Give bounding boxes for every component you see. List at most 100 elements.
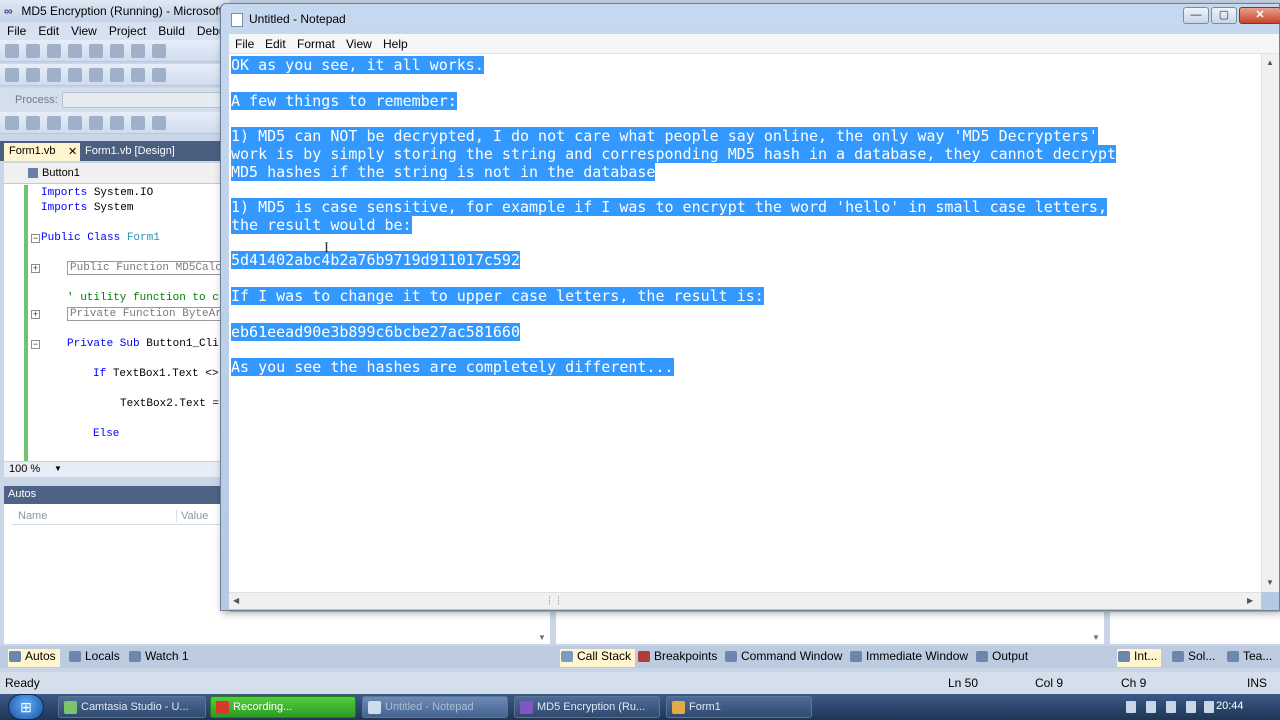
cut-icon[interactable] xyxy=(110,44,124,58)
collapse-icon[interactable]: − xyxy=(31,234,40,243)
zoom-level[interactable]: 100 % ▼ xyxy=(4,461,230,477)
taskbar-camtasia[interactable]: Camtasia Studio - U... xyxy=(58,696,206,718)
taskbar-visual-studio[interactable]: MD5 Encryption (Ru... xyxy=(514,696,660,718)
vs-code-editor[interactable]: Button1 Imports System.IO Imports System… xyxy=(4,163,230,461)
scroll-thumb-grip[interactable] xyxy=(549,596,559,605)
paste-icon[interactable] xyxy=(152,44,166,58)
tab-call-stack[interactable]: Call Stack xyxy=(560,649,636,667)
minimize-button[interactable]: — xyxy=(1183,7,1209,24)
tab-command-window-label: Command Window xyxy=(741,649,843,663)
vs-menu-file[interactable]: File xyxy=(0,22,31,38)
collapsed-region[interactable]: Public Function MD5Calc xyxy=(67,261,225,275)
tab-form1-design[interactable]: Form1.vb [Design] xyxy=(80,143,179,161)
save-icon[interactable] xyxy=(68,44,82,58)
tab-breakpoints[interactable]: Breakpoints xyxy=(637,649,717,667)
chevron-down-icon[interactable]: ▼ xyxy=(54,464,62,473)
tab-team-explorer[interactable]: Tea... xyxy=(1226,649,1272,667)
member-navigation-combo[interactable]: Button1 xyxy=(4,163,230,184)
collapsed-region[interactable]: Private Function ByteAr xyxy=(67,307,225,321)
copy-icon[interactable] xyxy=(131,44,145,58)
quick-info-icon[interactable] xyxy=(47,68,61,82)
tab-watch1[interactable]: Watch 1 xyxy=(128,649,189,667)
process-dropdown[interactable] xyxy=(62,92,232,108)
tab-autos[interactable]: Autos xyxy=(8,649,60,667)
tab-solution-explorer[interactable]: Sol... xyxy=(1171,649,1215,667)
menu-format[interactable]: Format xyxy=(297,37,335,51)
parameter-info-icon[interactable] xyxy=(26,68,40,82)
tray-arrow-icon[interactable] xyxy=(1126,701,1136,713)
break-all-icon[interactable] xyxy=(47,116,61,130)
text-line: If I was to change it to upper case lett… xyxy=(231,287,764,305)
open-file-icon[interactable] xyxy=(47,44,61,58)
stop-icon[interactable] xyxy=(68,116,82,130)
start-button[interactable]: ⊞ xyxy=(8,694,44,720)
vs-debug-location-bar: Process: xyxy=(0,88,232,112)
scroll-down-icon[interactable]: ▼ xyxy=(538,633,548,642)
code-text: System.IO xyxy=(93,187,154,199)
tab-output[interactable]: Output xyxy=(975,649,1028,667)
menu-help[interactable]: Help xyxy=(383,37,408,51)
battery-icon[interactable] xyxy=(1146,701,1156,713)
scroll-right-icon[interactable]: ▶ xyxy=(1247,596,1253,605)
button-icon xyxy=(28,168,38,178)
expand-icon[interactable]: + xyxy=(31,264,40,273)
column-header-name[interactable]: Name xyxy=(18,510,47,522)
notepad-title-bar[interactable]: Untitled - Notepad — ▢ ✕ xyxy=(221,4,1280,34)
outdent-icon[interactable] xyxy=(110,68,124,82)
horizontal-scrollbar[interactable]: ◀ ▶ xyxy=(229,592,1261,609)
uncomment-icon[interactable] xyxy=(152,68,166,82)
expand-icon[interactable]: + xyxy=(31,310,40,319)
step-over-icon[interactable] xyxy=(131,116,145,130)
code-keyword: Private Sub xyxy=(67,338,140,350)
scroll-up-icon[interactable]: ▲ xyxy=(1266,58,1274,67)
start-icon[interactable] xyxy=(26,116,40,130)
step-into-icon[interactable] xyxy=(110,116,124,130)
tab-form1-vb[interactable]: Form1.vb ✕ xyxy=(4,143,80,161)
tab-output-label: Output xyxy=(992,649,1029,663)
notepad-text-area[interactable]: OK as you see, it all works. A few thing… xyxy=(229,54,1269,592)
close-icon[interactable]: ✕ xyxy=(68,145,77,158)
maximize-button[interactable]: ▢ xyxy=(1211,7,1237,24)
vs-title-bar[interactable]: ∞ MD5 Encryption (Running) - Microsoft V… xyxy=(0,0,230,22)
taskbar-recording[interactable]: Recording... xyxy=(210,696,356,718)
tab-immediate-window[interactable]: Immediate Window xyxy=(849,649,968,667)
menu-file[interactable]: File xyxy=(235,37,254,51)
tab-locals[interactable]: Locals xyxy=(68,649,120,667)
network-icon[interactable] xyxy=(1186,701,1196,713)
comment-icon[interactable] xyxy=(131,68,145,82)
column-header-value[interactable]: Value xyxy=(176,510,208,522)
collapse-icon[interactable]: − xyxy=(31,340,40,349)
continue-icon[interactable] xyxy=(5,116,19,130)
selected-text: A few things to remember: xyxy=(231,92,457,110)
list-members-icon[interactable] xyxy=(5,68,19,82)
vs-menu-build[interactable]: Build xyxy=(151,22,190,38)
text-line: A few things to remember: xyxy=(231,92,457,110)
taskbar-notepad[interactable]: Untitled - Notepad xyxy=(362,696,508,718)
add-item-icon[interactable] xyxy=(26,44,40,58)
restart-icon[interactable] xyxy=(89,116,103,130)
tab-intellitrace[interactable]: Int... xyxy=(1117,649,1162,667)
code-keyword: If xyxy=(93,368,107,380)
clock[interactable]: 20:44 xyxy=(1216,700,1244,712)
tab-command-window[interactable]: Command Window xyxy=(724,649,842,667)
selected-text: If I was to change it to upper case lett… xyxy=(231,287,764,305)
menu-edit[interactable]: Edit xyxy=(265,37,286,51)
scroll-down-icon[interactable]: ▼ xyxy=(1266,578,1274,587)
step-out-icon[interactable] xyxy=(152,116,166,130)
text-line: As you see the hashes are completely dif… xyxy=(231,358,674,376)
scroll-left-icon[interactable]: ◀ xyxy=(233,596,239,605)
new-project-icon[interactable] xyxy=(5,44,19,58)
vertical-scrollbar[interactable]: ▲ ▼ xyxy=(1261,54,1279,592)
close-button[interactable]: ✕ xyxy=(1239,7,1280,24)
indent-icon[interactable] xyxy=(89,68,103,82)
save-all-icon[interactable] xyxy=(89,44,103,58)
vs-menu-edit[interactable]: Edit xyxy=(31,22,64,38)
scroll-down-icon[interactable]: ▼ xyxy=(1092,633,1102,642)
menu-view[interactable]: View xyxy=(346,37,372,51)
volume-icon[interactable] xyxy=(1204,701,1214,713)
vs-menu-view[interactable]: View xyxy=(64,22,102,38)
vs-menu-project[interactable]: Project xyxy=(102,22,151,38)
flag-icon[interactable] xyxy=(1166,701,1176,713)
taskbar-form1[interactable]: Form1 xyxy=(666,696,812,718)
word-complete-icon[interactable] xyxy=(68,68,82,82)
